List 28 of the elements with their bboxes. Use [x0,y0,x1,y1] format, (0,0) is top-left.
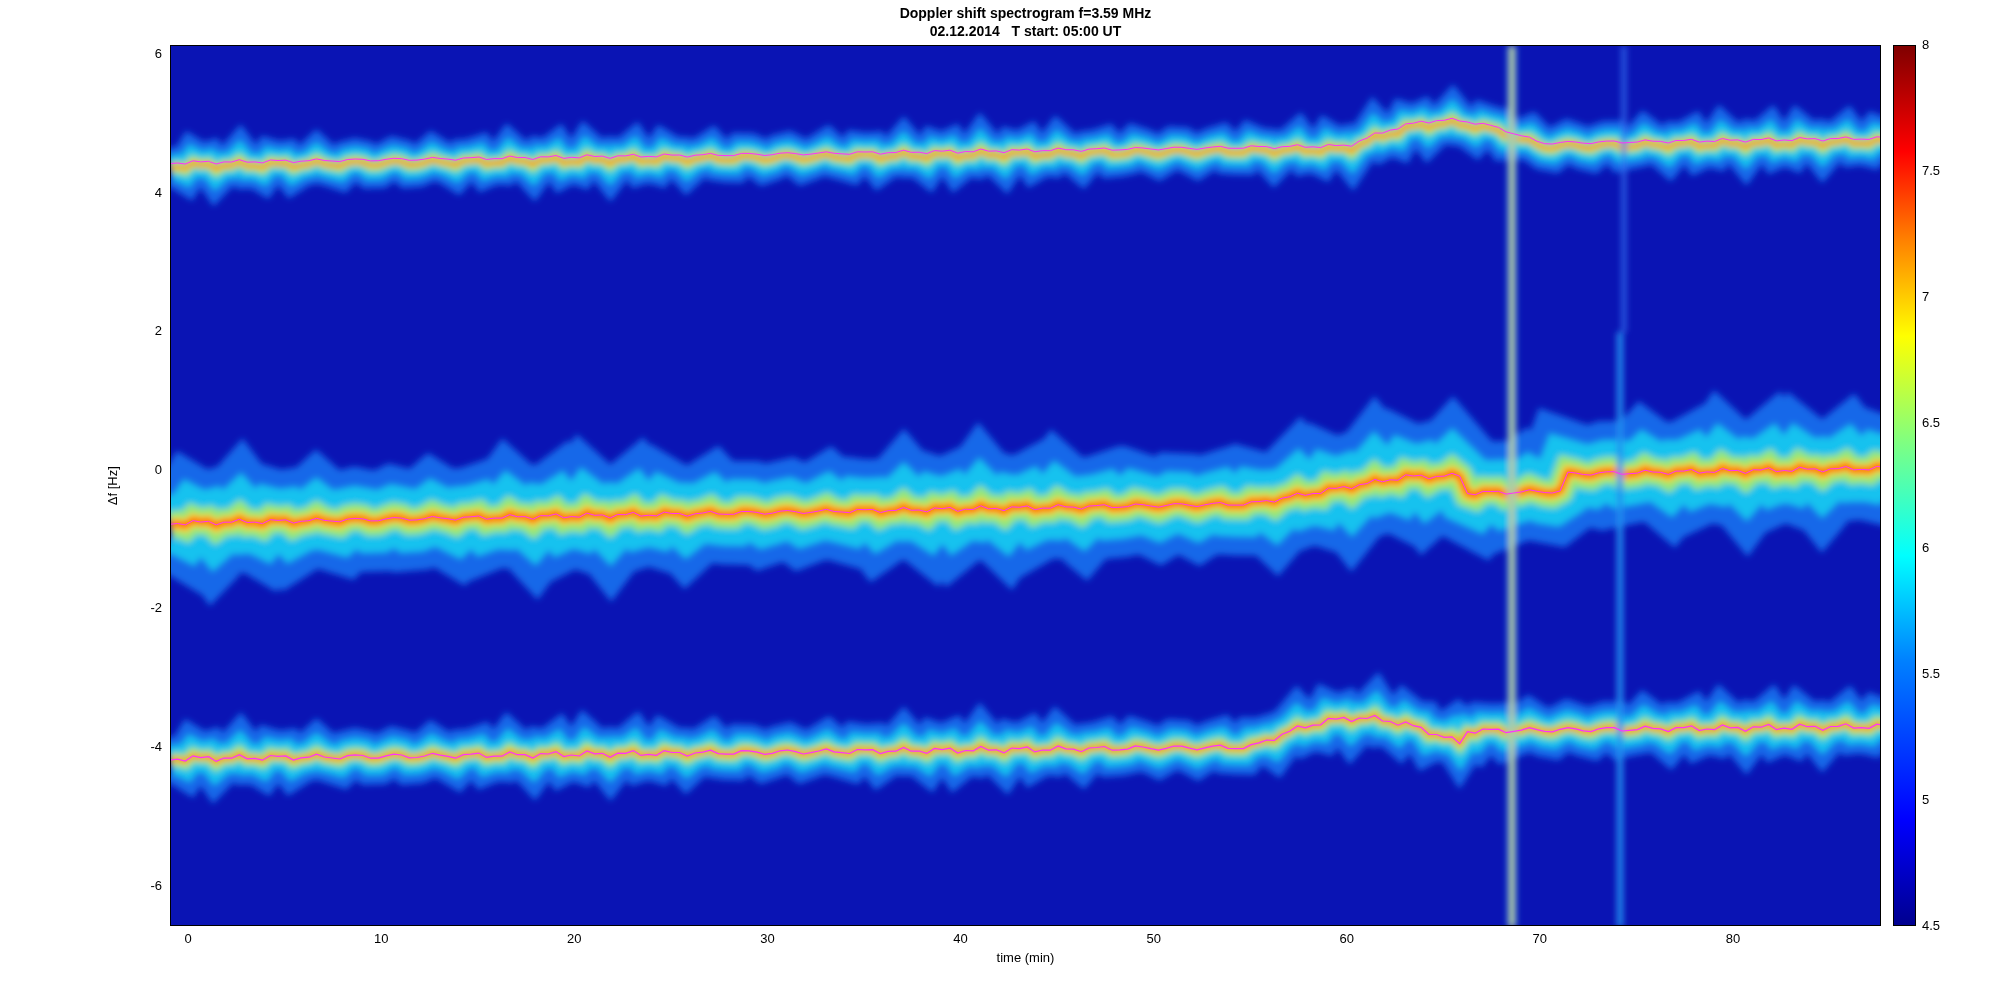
x-tick-label: 40 [953,931,968,947]
y-tick-label: -6 [150,877,162,894]
colorbar-tick-label: 5 [1922,792,1930,809]
colorbar-tick-label: 7.5 [1922,162,1941,179]
y-tick-label: 2 [154,323,162,340]
y-tick-label: 0 [154,461,162,478]
x-tick-label: 20 [567,931,582,947]
y-axis-label: Δf [Hz] [103,466,121,505]
x-tick-label: 30 [760,931,775,947]
y-tick-label: -2 [150,600,162,617]
y-tick-label: -4 [150,739,162,755]
y-tick-label: 6 [154,46,162,62]
x-tick-label: 60 [1339,931,1354,947]
colorbar-tick-label: 6.5 [1922,414,1941,431]
x-tick-label: 70 [1532,931,1548,947]
x-tick-label: 50 [1146,931,1161,947]
x-axis-label: time (min) [996,950,1055,966]
x-tick-label: 80 [1725,931,1741,947]
x-tick-label: 0 [184,931,192,947]
colorbar-tick-label: 4.5 [1922,918,1941,934]
y-tick-label: 4 [154,184,162,201]
colorbar-tick-label: 5.5 [1922,666,1941,683]
colorbar-tick-label: 6 [1922,540,1930,557]
chart-subtitle: 02.12.2014 T start: 05:00 UT [929,22,1122,40]
x-tick-label: 10 [374,931,389,947]
colorbar-tick-label: 7 [1922,288,1930,305]
chart-title: Doppler shift spectrogram f=3.59 MHz [899,4,1152,22]
colorbar-tick-label: 8 [1922,37,1930,53]
